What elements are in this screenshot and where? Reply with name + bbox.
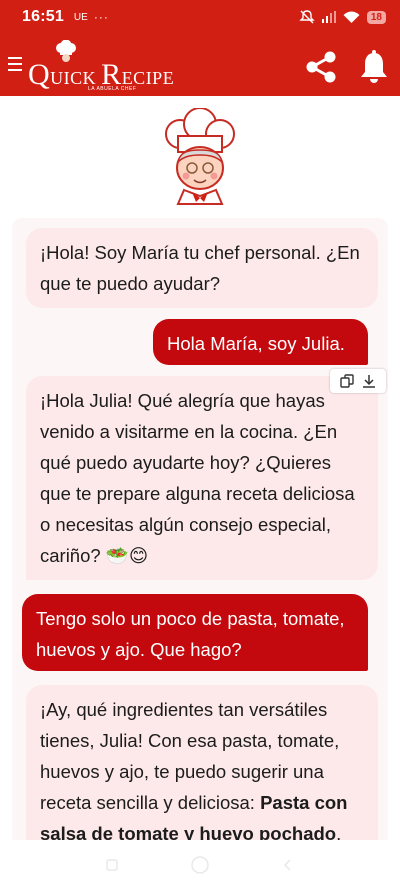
status-carrier: UE bbox=[73, 11, 88, 23]
nav-back-icon[interactable] bbox=[281, 858, 295, 872]
share-icon[interactable] bbox=[303, 49, 339, 85]
chef-avatar bbox=[165, 108, 235, 205]
chat-message-bot: ¡Hola Julia! Qué alegría que hayas venid… bbox=[26, 376, 378, 580]
status-time: 16:51 bbox=[22, 8, 64, 25]
nav-recents-icon[interactable] bbox=[105, 858, 119, 872]
status-bar: 16:51 UE ··· 18 bbox=[0, 0, 400, 34]
message-actions bbox=[330, 369, 386, 393]
bell-icon[interactable] bbox=[358, 49, 390, 85]
download-icon[interactable] bbox=[362, 374, 376, 388]
chat-message-user: Hola María, soy Julia. bbox=[153, 319, 368, 365]
chat-message-bot: ¡Hola! Soy María tu chef personal. ¿En q… bbox=[26, 228, 378, 308]
chat-message-bot: ¡Ay, qué ingredientes tan versátiles tie… bbox=[26, 685, 378, 840]
wifi-icon bbox=[343, 11, 360, 23]
status-more-dots: ··· bbox=[93, 10, 109, 24]
app-bar: QUICK RECIPE LA ABUELA CHEF bbox=[0, 34, 400, 96]
mute-icon bbox=[299, 10, 315, 24]
battery-indicator: 18 bbox=[366, 10, 386, 24]
logo-subtitle: LA ABUELA CHEF bbox=[88, 86, 137, 92]
chat-message-user: Tengo solo un poco de pasta, tomate, hue… bbox=[22, 594, 368, 671]
nav-home-icon[interactable] bbox=[190, 855, 210, 875]
chat-screen: ¡Hola! Soy María tu chef personal. ¿En q… bbox=[0, 96, 400, 840]
copy-icon[interactable] bbox=[340, 374, 354, 388]
system-nav-bar bbox=[0, 840, 400, 889]
signal-icon bbox=[321, 11, 336, 23]
message-end: . bbox=[336, 823, 342, 840]
app-logo: QUICK RECIPE LA ABUELA CHEF bbox=[28, 40, 174, 92]
menu-icon[interactable] bbox=[8, 57, 22, 73]
